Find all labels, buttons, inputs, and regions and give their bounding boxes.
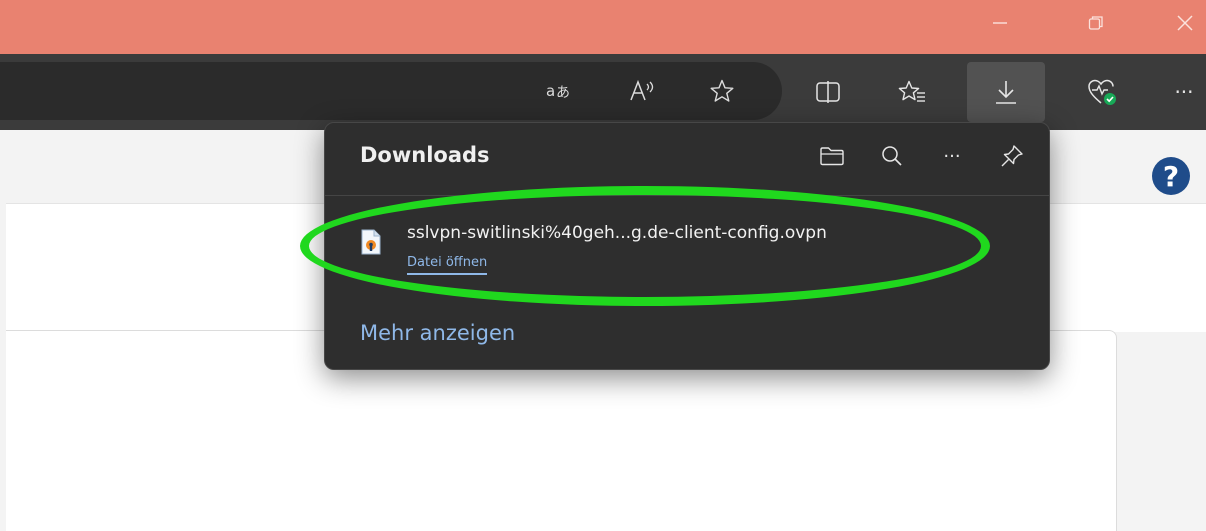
close-button[interactable] [1157, 0, 1206, 46]
openvpn-file-icon [361, 229, 381, 255]
downloads-actions: ··· [811, 137, 1033, 175]
favorite-star-icon[interactable] [700, 69, 744, 113]
pin-button[interactable] [991, 137, 1033, 175]
downloads-icon [996, 81, 1016, 104]
browser-toolbar: a あ ··· [0, 54, 1206, 130]
address-bar[interactable]: a あ [0, 62, 782, 120]
title-bar [0, 0, 1206, 54]
show-more-link[interactable]: Mehr anzeigen [360, 321, 515, 345]
browser-essentials-icon[interactable] [1080, 70, 1124, 114]
minimize-button[interactable] [972, 0, 1028, 46]
split-screen-icon[interactable] [806, 70, 850, 114]
downloads-title: Downloads [360, 143, 490, 167]
download-file-name[interactable]: sslvpn-switlinski%40geh...g.de-client-co… [407, 223, 827, 243]
svg-text:あ: あ [556, 85, 570, 101]
favorites-icon[interactable] [890, 70, 934, 114]
downloads-button[interactable] [967, 62, 1045, 122]
search-downloads-button[interactable] [871, 137, 913, 175]
downloads-flyout: Downloads ··· sslvpn-switlinski%40geh...… [324, 122, 1050, 370]
download-item[interactable]: sslvpn-switlinski%40geh...g.de-client-co… [361, 215, 1021, 281]
restore-button[interactable] [1068, 0, 1124, 46]
minimize-icon [993, 22, 1007, 24]
open-file-link[interactable]: Datei öffnen [407, 255, 488, 275]
pin-icon [1001, 145, 1023, 167]
read-aloud-icon[interactable] [620, 69, 664, 113]
more-icon[interactable]: ··· [1162, 70, 1206, 114]
open-folder-button[interactable] [811, 137, 853, 175]
read-translate-icon[interactable]: a あ [538, 69, 582, 113]
svg-text:a: a [546, 82, 555, 100]
open-folder-icon [820, 147, 844, 166]
close-icon [1177, 15, 1193, 31]
restore-icon [1088, 16, 1103, 30]
more-options-icon[interactable]: ··· [931, 137, 973, 175]
search-icon [882, 146, 902, 166]
help-icon[interactable]: ? [1152, 157, 1190, 195]
downloads-divider [325, 195, 1049, 196]
